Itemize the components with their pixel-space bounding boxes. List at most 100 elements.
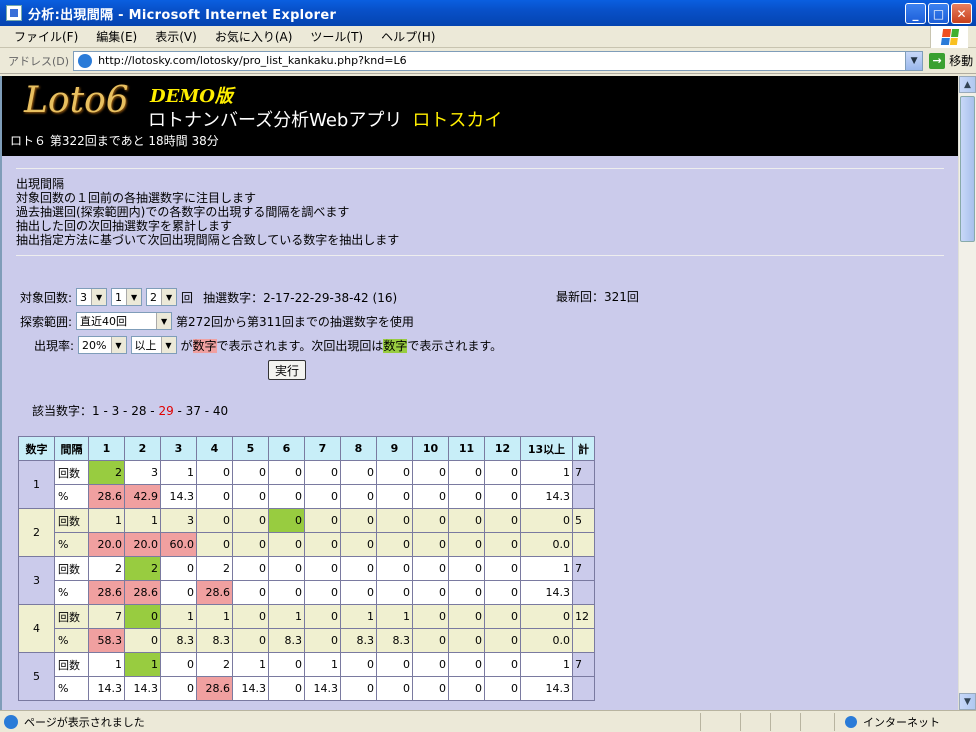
rate-select[interactable]: 20% ▼	[78, 336, 127, 354]
ie-window-icon	[6, 5, 22, 21]
digit-cell: 3	[18, 556, 55, 605]
percent-label: %	[54, 532, 89, 557]
address-bar: アドレス(D) http://lotosky.com/lotosky/pro_l…	[0, 48, 976, 74]
percent-cell: 58.3	[88, 628, 125, 653]
target-digit-tens-select[interactable]: 1 ▼	[111, 288, 143, 306]
security-zone: インターネット	[834, 713, 940, 731]
count-cell: 0	[376, 460, 413, 485]
menu-edit[interactable]: 編集(E)	[96, 28, 137, 45]
percent-cell: 0	[304, 484, 341, 509]
count-cell: 3	[160, 508, 197, 533]
internet-zone-icon	[845, 716, 857, 728]
close-button[interactable]: ✕	[951, 3, 972, 24]
percent-cell: 0	[232, 532, 269, 557]
percent-cell: 0	[484, 628, 521, 653]
count-cell: 0	[412, 652, 449, 677]
count-cell: 0	[160, 652, 197, 677]
percent-cell: 0	[484, 484, 521, 509]
count-cell: 0	[448, 604, 485, 629]
count-cell: 2	[88, 460, 125, 485]
percent-cell: 20.0	[124, 532, 161, 557]
count-cell: 0	[232, 556, 269, 581]
total-cell: 12	[572, 604, 595, 629]
menu-tools[interactable]: ツール(T)	[310, 28, 363, 45]
site-header: Loto6 DEMO版 ロトナンバーズ分析Webアプリ ロトスカイ ロト６ 第32…	[2, 76, 958, 156]
scroll-up-icon[interactable]: ▲	[959, 76, 976, 93]
percent-cell: 0	[196, 532, 233, 557]
rate-comparison-select[interactable]: 以上 ▼	[130, 336, 177, 354]
table-row: 1 回数 2 3 1 0 0 0 0 0 0 0 0 0 1 7	[18, 460, 595, 509]
percent-cell: 0	[412, 532, 449, 557]
count-cell: 0	[268, 556, 305, 581]
count-cell: 0	[448, 508, 485, 533]
menu-help[interactable]: ヘルプ(H)	[381, 28, 435, 45]
minimize-button[interactable]: _	[905, 3, 926, 24]
table-header: 13以上	[520, 436, 573, 461]
count-cell: 0	[484, 652, 521, 677]
table-header: 2	[124, 436, 161, 461]
demo-badge: DEMO版	[150, 86, 233, 107]
table-row: % 14.3 14.3 0 28.6 14.3 0 14.3 0 0 0 0 0 14.3	[19, 676, 595, 701]
menu-view[interactable]: 表示(V)	[155, 28, 197, 45]
percent-label: %	[54, 484, 89, 509]
address-label: アドレス(D)	[8, 54, 70, 68]
vertical-scrollbar[interactable]: ▲ ▼	[958, 76, 976, 710]
menu-favorites[interactable]: お気に入り(A)	[215, 28, 293, 45]
description-line: 対象回数の１回前の各抽選数字に注目します	[16, 191, 257, 205]
site-logo[interactable]: Loto6	[24, 80, 129, 121]
percent-cell: 0	[124, 628, 161, 653]
count-cell: 0	[484, 604, 521, 629]
total-cell: 7	[572, 556, 595, 581]
percent-label: %	[54, 580, 89, 605]
percent-cell: 8.3	[268, 628, 305, 653]
percent-cell: 0	[268, 532, 305, 557]
table-row: % 20.0 20.0 60.0 0 0 0 0 0 0 0 0 0 0.0	[19, 532, 595, 557]
percent-cell: 0	[232, 580, 269, 605]
windows-logo-icon	[930, 26, 968, 48]
scroll-thumb[interactable]	[960, 96, 975, 242]
search-range-select[interactable]: 直近40回 ▼	[76, 312, 173, 330]
percent-cell: 14.3	[520, 484, 573, 509]
count-label: 回数	[54, 460, 89, 485]
count-cell: 0	[160, 556, 197, 581]
percent-cell: 14.3	[232, 676, 269, 701]
count-cell: 0	[412, 460, 449, 485]
address-input[interactable]: http://lotosky.com/lotosky/pro_list_kank…	[73, 50, 924, 71]
table-row: 2 回数 1 1 3 0 0 0 0 0 0 0 0 0 0 5	[18, 508, 595, 557]
target-digit-ones-select[interactable]: 2 ▼	[146, 288, 178, 306]
percent-cell: 28.6	[88, 580, 125, 605]
description-line: 抽出した回の次回抽選数字を累計します	[16, 219, 233, 233]
scroll-down-icon[interactable]: ▼	[959, 693, 976, 710]
maximize-button[interactable]: □	[928, 3, 949, 24]
percent-cell: 0	[448, 580, 485, 605]
percent-cell: 42.9	[124, 484, 161, 509]
digit-cell: 4	[18, 604, 55, 653]
total-cell: 5	[572, 508, 595, 533]
status-bar: ページが表示されました インターネット	[0, 710, 976, 732]
percent-cell: 8.3	[340, 628, 377, 653]
menu-bar: ファイル(F) 編集(E) 表示(V) お気に入り(A) ツール(T) ヘルプ(…	[0, 26, 976, 48]
page-content: Loto6 DEMO版 ロトナンバーズ分析Webアプリ ロトスカイ ロト６ 第32…	[0, 76, 958, 710]
percent-cell: 0	[160, 676, 197, 701]
percent-cell: 0	[268, 484, 305, 509]
target-digit-hundreds-select[interactable]: 3 ▼	[76, 288, 108, 306]
percent-cell: 0	[484, 580, 521, 605]
count-cell: 0	[196, 460, 233, 485]
count-cell: 0	[340, 652, 377, 677]
count-label: 回数	[54, 556, 89, 581]
go-button[interactable]: → 移動	[929, 52, 973, 69]
matched-numbers: 該当数字：1 - 3 - 28 - 29 - 37 - 40	[32, 404, 229, 418]
count-cell: 0	[268, 460, 305, 485]
interval-table: 数字 間隔 1 2 3 4 5 6 7 8 9 10 11 12 13以上計 1 回数 2 3 1 0 0 0 0 0 0 0 0 0…	[18, 436, 595, 701]
menu-file[interactable]: ファイル(F)	[14, 28, 78, 45]
count-label: 回数	[54, 652, 89, 677]
address-url: http://lotosky.com/lotosky/pro_list_kank…	[98, 54, 407, 67]
count-cell: 0	[124, 604, 161, 629]
total-cell: 7	[572, 460, 595, 485]
latest-draw: 最新回：321回	[556, 290, 639, 304]
total-cell	[572, 628, 595, 653]
run-button[interactable]: 実行	[268, 360, 306, 380]
address-dropdown-icon[interactable]: ▼	[905, 51, 923, 70]
total-cell	[572, 532, 595, 557]
count-cell: 1	[232, 652, 269, 677]
